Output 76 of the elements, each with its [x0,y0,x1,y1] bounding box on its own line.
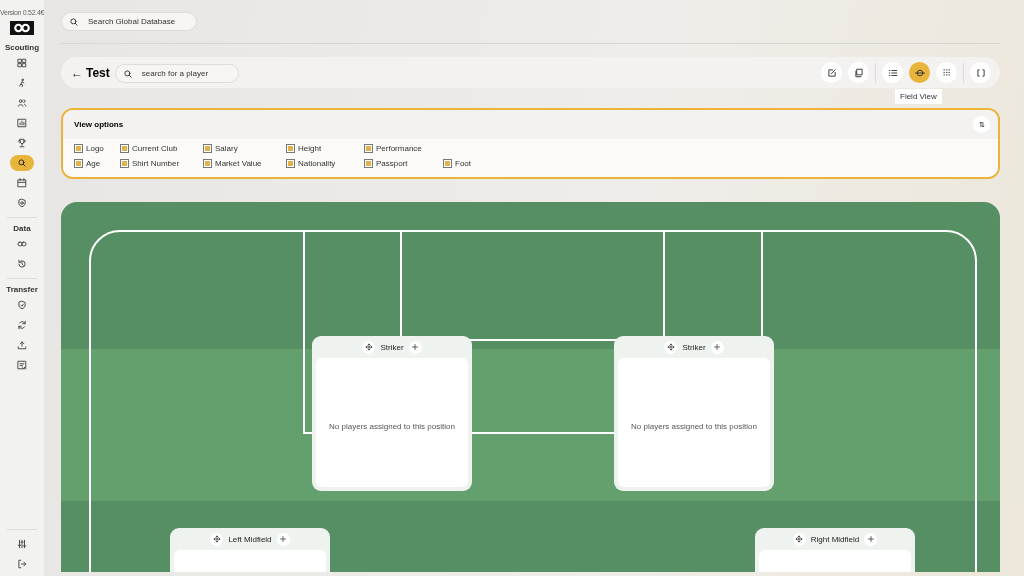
section-title: Transfer [6,285,38,294]
trophy-icon [17,138,27,148]
position-name: Right Midfield [810,534,860,544]
empty-message: No players assigned to this position [329,422,455,431]
option-label: Foot [455,159,471,168]
sidebar-item[interactable] [10,155,34,171]
position-name: Left Midfield [228,534,272,544]
checkbox[interactable] [364,144,373,153]
tooltip: Field View [895,89,942,104]
copy-icon [853,67,864,78]
shield-icon [17,300,27,310]
option-label: Performance [376,144,422,153]
move-handle[interactable] [362,340,376,354]
shield-icon [17,198,27,208]
position-name: Striker [682,342,706,352]
logout-icon [17,559,27,569]
checkbox[interactable] [443,159,452,168]
toolbar-button[interactable] [909,62,930,83]
search-field[interactable]: Search Global Database [61,12,197,31]
rotate-icon [975,67,986,78]
calendar-icon [17,178,27,188]
plus-icon [411,343,420,351]
back-button[interactable]: ← [71,65,83,80]
option-label: Nationality [298,159,336,168]
move-handle[interactable] [792,532,806,546]
checkbox[interactable] [120,144,129,153]
history-icon [17,259,27,269]
option-label: Shirt Number [132,159,180,168]
option-label: Current Club [132,144,178,153]
pitch-icon [914,67,925,78]
move-handle[interactable] [210,532,224,546]
users-icon [17,98,27,108]
option-label: Height [298,144,322,153]
runner-icon [17,78,27,88]
move-icon [795,535,804,543]
toolbar-button[interactable] [848,62,869,83]
search-field[interactable]: search for a player [114,63,239,83]
chart-icon [17,118,27,128]
plus-icon [866,535,875,543]
section-title: Data [13,224,31,233]
search-icon [17,158,27,168]
upload-icon [17,340,27,350]
sliders-icon [17,539,27,549]
checkbox[interactable] [286,144,295,153]
option-label: Salary [215,144,238,153]
checklist-icon [17,360,27,370]
panel-title: View options [74,120,124,129]
checkbox[interactable] [74,159,83,168]
option-label: Market Value [215,159,262,168]
checkbox[interactable] [203,144,212,153]
position-name: Striker [380,342,404,352]
refresh-icon [17,320,27,330]
move-icon [666,343,675,351]
page-title: Test [86,65,110,80]
option-label: Logo [86,144,104,153]
plus-icon [279,535,288,543]
checkbox[interactable] [203,159,212,168]
list-icon [887,67,898,78]
option-label: Age [86,159,101,168]
checkbox[interactable] [120,159,129,168]
plus-icon [713,343,722,351]
checkbox[interactable] [74,144,83,153]
edit-icon [826,67,837,78]
grid-icon [941,67,952,78]
checkbox[interactable] [364,159,373,168]
checkbox[interactable] [286,159,295,168]
section-title: Scouting [4,43,40,52]
logo-icon [10,21,34,35]
move-handle[interactable] [664,340,678,354]
link-icon [17,239,27,249]
move-icon [212,535,221,543]
toolbar-button[interactable] [882,62,903,83]
empty-message: No players assigned to this position [631,422,757,431]
move-icon [364,343,373,351]
dashboard-icon [17,58,27,68]
option-label: Passport [376,159,408,168]
